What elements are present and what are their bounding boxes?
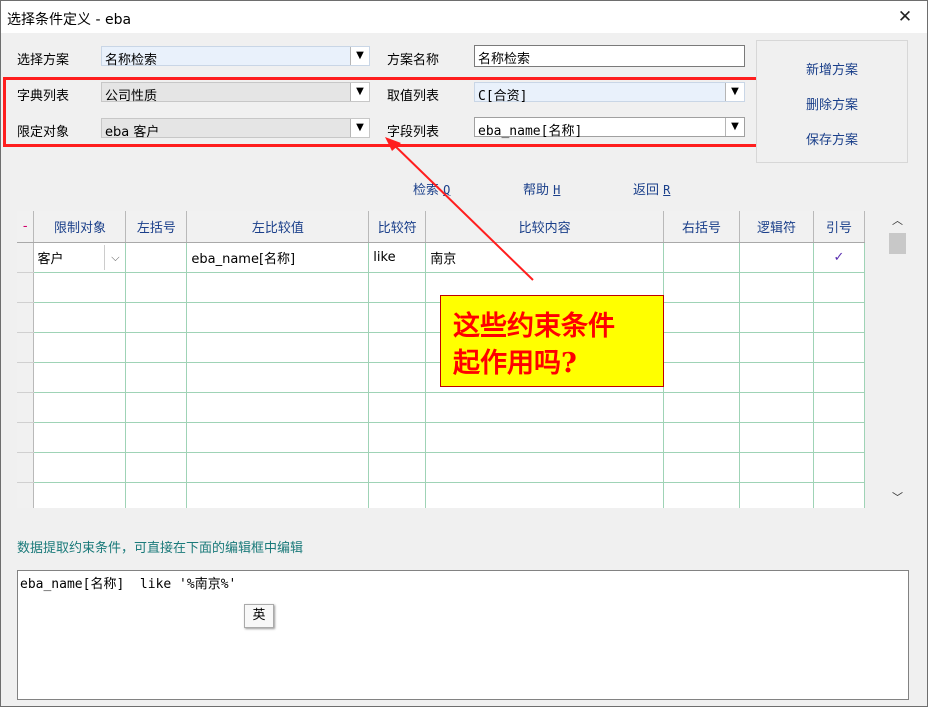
- callout-line-1: 这些约束条件: [453, 311, 615, 342]
- annotation-callout: 这些约束条件 起作用吗?: [440, 295, 664, 387]
- callout-line-2: 起作用吗?: [453, 348, 577, 379]
